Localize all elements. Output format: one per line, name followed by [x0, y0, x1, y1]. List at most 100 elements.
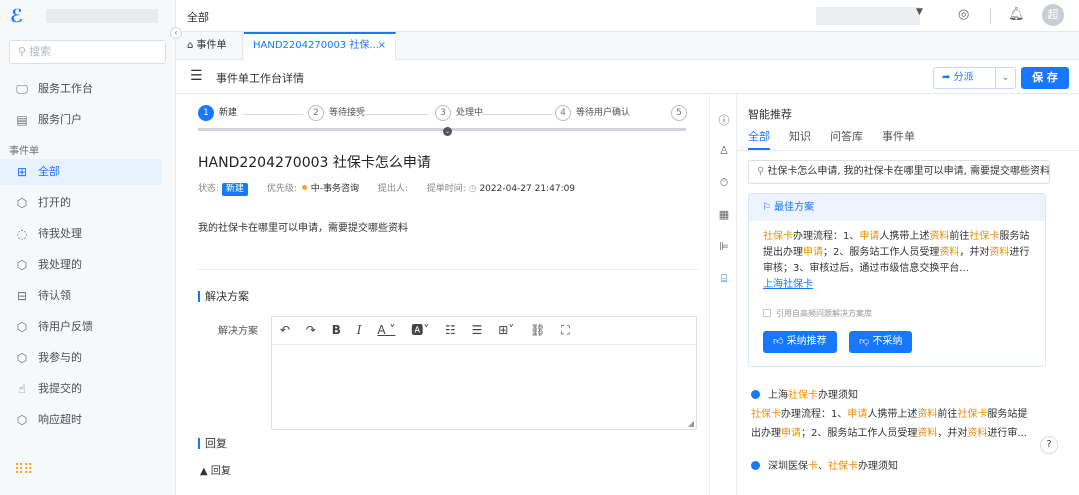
recommend-tab[interactable]: 问答库: [830, 130, 863, 143]
ticket-detail-panel: 1 新建 2 等待接受 3 处理中 4 等待用户确认 5 ⌄ HAND2204270003 社保…: [176, 94, 709, 495]
collapse-sidebar-button[interactable]: ‹: [170, 27, 182, 39]
apps-grid-icon[interactable]: ⠿⠿: [14, 462, 33, 478]
keyword-highlight: 社保卡: [751, 409, 781, 420]
link-icon[interactable]: ⛓︎: [530, 317, 545, 344]
list-item[interactable]: 深圳医保卡、社保卡办理须知: [751, 459, 1057, 475]
sidebar-item-6[interactable]: ⬡ 我参与的: [0, 345, 162, 371]
text-fragment: 人携带上述: [879, 231, 930, 242]
status-steps: 1 新建 2 等待接受 3 处理中 4 等待用户确认 5: [198, 105, 709, 125]
keyword-highlight: 资料: [967, 428, 988, 439]
sidebar-item-4[interactable]: ⊟ 待认领: [0, 283, 162, 309]
sidebar-search-input[interactable]: ⚲ 搜索: [9, 40, 166, 64]
reply-toggle[interactable]: ▲ 回复: [200, 462, 231, 477]
text-fragment: ；2、服务站工作人员受理: [801, 428, 918, 439]
link-text-highlight[interactable]: 社保卡: [783, 279, 813, 290]
sidebar-item-top-1[interactable]: ▤ 服务门户: [0, 107, 162, 133]
bell-icon[interactable]: 🔔︎: [1008, 7, 1025, 22]
link-text[interactable]: 上海: [763, 279, 783, 290]
best-solution-title: 最佳方案: [774, 202, 815, 213]
solution-section-title: 解决方案: [198, 291, 249, 302]
bullet-list-icon[interactable]: ☷: [445, 317, 456, 344]
tenant-name-blurred: [46, 9, 158, 23]
best-solution-header: ⚐ 最佳方案: [749, 194, 1045, 221]
recommend-icon[interactable]: ⌸: [710, 272, 738, 286]
timer-icon[interactable]: ⏱︎: [710, 176, 738, 190]
tab-ticket-label: HAND2204270003 社保...: [253, 40, 379, 51]
sidebar-item-0[interactable]: ⊞ 全部: [0, 159, 162, 185]
sidebar-item-7[interactable]: ☝︎ 我提交的: [0, 376, 162, 402]
table-icon[interactable]: ⊞˅: [498, 317, 514, 344]
list-item[interactable]: 上海社保卡办理须知 社保卡办理流程：1、申请人携带上述资料前往社保卡服务站提 出…: [751, 388, 1057, 442]
menu-icon[interactable]: ☰: [190, 68, 203, 84]
sidebar-item-top-0[interactable]: 🖵︎ 服务工作台: [0, 76, 162, 102]
highlight-icon[interactable]: 🅰︎˅: [411, 317, 429, 344]
keyword-highlight: 申请: [859, 231, 880, 242]
undo-icon[interactable]: ↶: [280, 317, 290, 344]
fullscreen-icon[interactable]: ⛶: [561, 317, 569, 344]
avatar[interactable]: 超: [1042, 4, 1064, 26]
solution-editor[interactable]: ↶ ↷ B I A ˅ 🅰︎˅ ☷ ☰ ⊞˅ ⛓︎ ⛶ ◢: [271, 316, 697, 430]
step-2: 2 等待接受: [308, 105, 365, 125]
sidebar-item-5[interactable]: ⬡ 待用户反馈: [0, 314, 162, 340]
status-badge: 新建: [221, 183, 248, 196]
item-title[interactable]: 上海社保卡办理须知: [768, 390, 858, 401]
best-solution-link[interactable]: 上海社保卡: [763, 277, 1031, 293]
text-fragment: 办理须知: [818, 390, 858, 401]
chevron-down-icon[interactable]: ⌄: [995, 68, 1015, 88]
chevron-down-icon[interactable]: ▼: [916, 7, 923, 17]
cube-icon: ⬡: [16, 320, 28, 334]
tab-ticket[interactable]: HAND2204270003 社保... ×: [244, 32, 396, 60]
close-icon[interactable]: ×: [378, 34, 386, 58]
keyword-highlight: 社保卡: [763, 231, 793, 242]
best-solution-body: 社保卡办理流程：1、申请人携带上述资料前往社保卡服务站提出办理申请；2、服务站工…: [749, 221, 1045, 293]
sidebar-item-1[interactable]: ⬡ 打开的: [0, 190, 162, 216]
text-fragment: 上海: [768, 390, 788, 401]
chart-icon[interactable]: ⊫: [710, 240, 738, 253]
ticket-meta: 状态: 新建 优先级: 中-事务咨询 提出人: 提单时间: ◷ 2022-04-…: [198, 181, 591, 196]
adopt-button[interactable]: 👍︎ 采纳推荐: [763, 331, 837, 353]
progress-knob-icon[interactable]: ⌄: [443, 127, 452, 136]
numbered-list-icon[interactable]: ☰: [472, 317, 483, 344]
tab-home[interactable]: ⌂ 事件单: [176, 32, 243, 60]
sidebar-item-3[interactable]: ⬡ 我处理的: [0, 252, 162, 278]
bullet-icon: [751, 461, 760, 470]
user-icon[interactable]: ♙: [710, 144, 738, 157]
recommend-tabs: 全部 知识 问答库 事件单: [748, 128, 934, 144]
font-color-icon[interactable]: A ˅: [377, 317, 395, 344]
settings-icon[interactable]: ◎: [958, 7, 969, 22]
sidebar-item-2[interactable]: ◌ 待我处理: [0, 221, 162, 247]
bold-icon[interactable]: B: [332, 317, 341, 344]
recommend-search-input[interactable]: ⚲ 社保卡怎么申请, 我的社保卡在哪里可以申请, 需要提交哪些资料: [748, 160, 1050, 184]
help-icon[interactable]: ?: [1040, 436, 1058, 454]
user-org-blurred[interactable]: [816, 7, 920, 25]
recommend-tab[interactable]: 知识: [789, 130, 811, 143]
tab-bar: ⌂ 事件单 HAND2204270003 社保... ×: [176, 32, 1079, 60]
reject-button[interactable]: 👎︎ 不采纳: [849, 331, 913, 353]
step-label: 等待接受: [329, 108, 366, 118]
calendar-icon[interactable]: ▦: [710, 208, 738, 221]
recommend-tab[interactable]: 事件单: [882, 130, 915, 143]
recommend-tab[interactable]: 全部: [748, 130, 770, 143]
save-button[interactable]: 保 存: [1021, 67, 1069, 89]
item-summary: 出办理申请；2、服务站工作人员受理资料，并对资料进行审...: [751, 426, 1057, 442]
item-title[interactable]: 深圳医保卡、社保卡办理须知: [768, 461, 898, 472]
text-fragment: 办理须知: [858, 461, 898, 472]
sidebar-item-label: 待认领: [38, 289, 71, 302]
circle-dashed-icon: ◌: [16, 227, 28, 241]
resize-handle-icon[interactable]: ◢: [688, 419, 694, 428]
redo-icon[interactable]: ↷: [306, 317, 316, 344]
sidebar-item-label: 待用户反馈: [38, 320, 93, 333]
page-title: 事件单工作台详情: [216, 72, 304, 85]
sidebar-item-8[interactable]: ⬡ 响应超时: [0, 407, 162, 433]
cite-note: 引用自高频问题解决方案库: [763, 308, 872, 319]
logo-icon: ℰ: [10, 6, 24, 27]
dispatch-button[interactable]: ➦ 分派 ⌄: [933, 67, 1016, 89]
sidebar-item-label: 打开的: [38, 196, 71, 209]
text-fragment: 人携带上述: [867, 409, 918, 420]
step-number: 4: [555, 105, 571, 121]
sidebar-item-label: 我参与的: [38, 351, 82, 364]
divider: [198, 269, 698, 270]
italic-icon[interactable]: I: [357, 317, 362, 344]
info-icon[interactable]: ⓘ: [710, 112, 738, 128]
priority-dot-icon: [301, 185, 307, 190]
